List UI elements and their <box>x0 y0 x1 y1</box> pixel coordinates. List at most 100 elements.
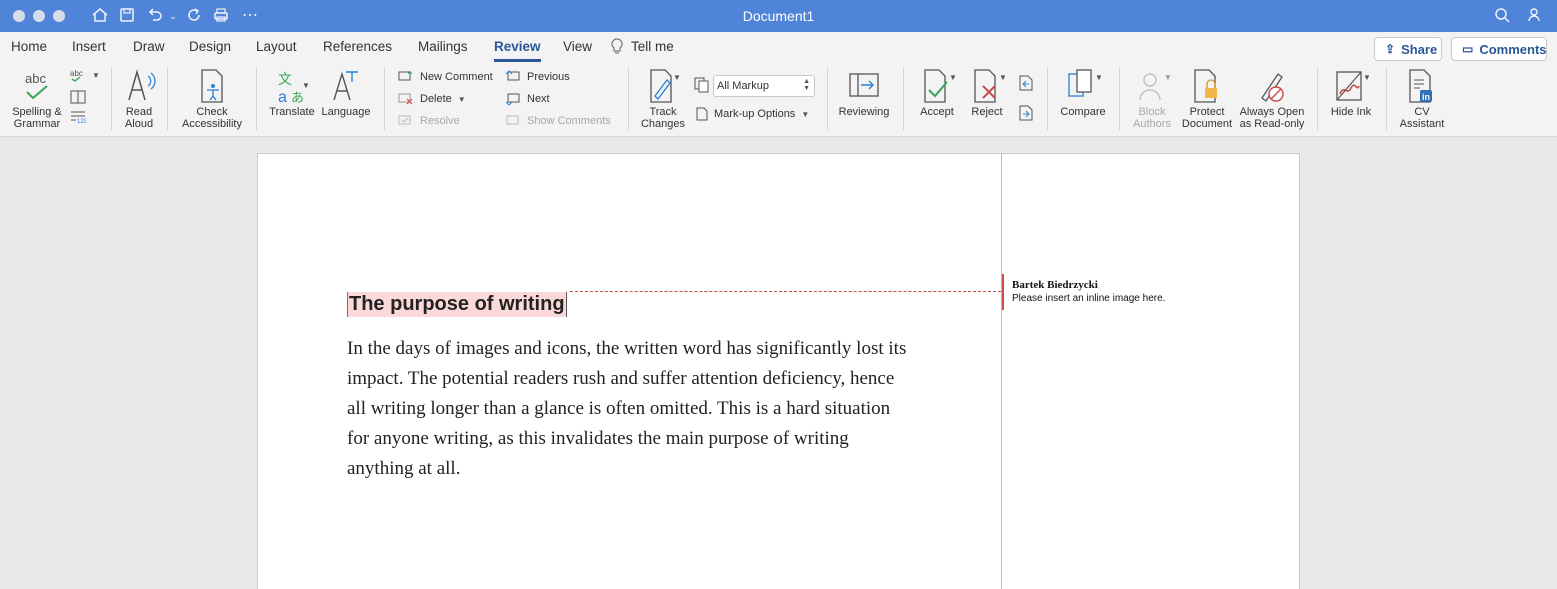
document-heading[interactable]: The purpose of writing <box>347 292 567 317</box>
comment-author: Bartek Biedrzycki <box>1012 279 1098 291</box>
share-button[interactable]: ⇪ Share <box>1374 37 1442 61</box>
lightbulb-icon <box>611 38 623 54</box>
ribbon-tabs: Home Insert Draw Design Layout Reference… <box>0 32 1557 62</box>
share-icon: ⇪ <box>1385 42 1396 56</box>
compare-button[interactable]: ▼ Compare <box>1055 66 1111 118</box>
translate-icon: 文 a あ ▼ <box>274 66 310 106</box>
language-label: Language <box>321 106 371 118</box>
delete-comment-button[interactable]: Delete ▼ <box>398 92 466 106</box>
track-changes-icon: ▼ <box>645 66 681 106</box>
language-button[interactable]: Language <box>320 66 372 118</box>
all-markup-value: All Markup <box>717 80 769 92</box>
comments-button[interactable]: ▭ Comments <box>1451 37 1547 61</box>
check-label: Check <box>196 106 228 118</box>
linkedin-icon: in <box>1404 66 1440 106</box>
track-label: Track <box>649 106 677 118</box>
accessibility-icon <box>194 66 230 106</box>
tab-mailings[interactable]: Mailings <box>418 39 468 54</box>
grammar-label: Grammar <box>13 118 61 130</box>
changes-label: Changes <box>640 118 686 130</box>
tab-view[interactable]: View <box>563 39 592 54</box>
read-aloud-icon <box>121 66 157 106</box>
document-page[interactable]: The purpose of writing In the days of im… <box>257 153 1300 589</box>
previous-comment-icon <box>505 70 520 81</box>
chevron-down-icon: ▼ <box>801 109 810 119</box>
tab-review[interactable]: Review <box>494 39 541 62</box>
reject-icon: ▼ <box>969 66 1005 106</box>
read-only-pencil-icon <box>1254 66 1290 106</box>
show-comments-label: Show Comments <box>527 115 611 127</box>
svg-text:abc: abc <box>70 69 83 78</box>
tab-home[interactable]: Home <box>11 39 47 54</box>
protect-document-button[interactable]: Protect Document <box>1178 66 1236 130</box>
spelling-check-icon: abc <box>19 66 55 106</box>
tab-references[interactable]: References <box>323 39 392 54</box>
translate-label: Translate <box>269 106 315 118</box>
accept-button[interactable]: ▼ Accept <box>912 66 962 118</box>
word-count-icon[interactable]: abc ▼ <box>70 68 100 82</box>
tab-layout[interactable]: Layout <box>256 39 297 54</box>
comments-label: Comments <box>1479 41 1547 57</box>
block-authors-button[interactable]: ▼ Block Authors <box>1127 66 1177 130</box>
new-comment-label: New Comment <box>420 71 493 83</box>
previous-change-icon[interactable] <box>1018 74 1034 92</box>
reviewing-pane-button[interactable]: Reviewing <box>836 66 892 118</box>
comment-text: Please insert an inline image here. <box>1012 293 1166 304</box>
chevron-down-icon: ▼ <box>457 94 466 104</box>
svg-text:▼: ▼ <box>1363 73 1369 82</box>
delete-label: Delete <box>420 93 452 105</box>
word-count-list-icon[interactable]: 123 <box>70 110 86 124</box>
account-icon[interactable] <box>1526 6 1546 26</box>
markup-options-button[interactable]: Mark-up Options ▼ <box>696 107 809 121</box>
svg-text:abc: abc <box>25 71 46 86</box>
cv-assistant-button[interactable]: in CV Assistant <box>1395 66 1449 130</box>
reject-button[interactable]: ▼ Reject <box>962 66 1012 118</box>
cv-label: CV <box>1414 106 1430 118</box>
svg-text:▼: ▼ <box>1164 73 1170 82</box>
spelling-grammar-button[interactable]: abc Spelling & Grammar <box>6 66 68 130</box>
comment-balloon[interactable]: Bartek Biedrzycki Please insert an inlin… <box>1002 274 1292 310</box>
svg-text:123: 123 <box>77 119 86 124</box>
hide-ink-icon: ▼ <box>1333 66 1369 106</box>
comment-icon: ▭ <box>1462 42 1474 56</box>
next-comment-button[interactable]: Next <box>505 92 550 106</box>
svg-text:▼: ▼ <box>999 73 1005 82</box>
new-comment-button[interactable]: New Comment <box>398 70 493 84</box>
read-aloud-button[interactable]: Read Aloud <box>117 66 161 130</box>
document-paragraph[interactable]: In the days of images and icons, the wri… <box>347 334 907 484</box>
display-for-review-icon <box>694 77 710 93</box>
comment-anchor-line <box>570 291 1001 292</box>
show-comments-button[interactable]: Show Comments <box>505 114 611 128</box>
always-open-label: Always Open <box>1239 106 1305 118</box>
select-stepper-icon: ▲ ▼ <box>803 78 810 92</box>
translate-button[interactable]: 文 a あ ▼ Translate <box>266 66 318 118</box>
protect-label: Protect <box>1189 106 1225 118</box>
share-label: Share <box>1401 41 1438 57</box>
tab-design[interactable]: Design <box>189 39 231 54</box>
track-changes-button[interactable]: ▼ Track Changes <box>636 66 690 130</box>
resolve-label: Resolve <box>420 115 460 127</box>
title-bar: ⌄ ⋯ Document1 <box>0 0 1557 32</box>
hide-ink-button[interactable]: ▼ Hide Ink <box>1325 66 1377 118</box>
svg-text:▼: ▼ <box>1095 73 1101 82</box>
previous-comment-button[interactable]: Previous <box>505 70 570 84</box>
markup-options-icon <box>696 107 708 121</box>
resolve-icon <box>398 115 411 125</box>
always-open-read-only-button[interactable]: Always Open as Read-only <box>1237 66 1307 130</box>
new-comment-icon <box>398 71 412 81</box>
tell-me-search[interactable]: Tell me <box>631 39 674 54</box>
reviewing-label: Reviewing <box>838 106 890 118</box>
language-icon <box>328 66 364 106</box>
thesaurus-icon[interactable] <box>70 90 86 104</box>
accept-icon: ▼ <box>919 66 955 106</box>
next-change-icon[interactable] <box>1018 104 1034 122</box>
tab-insert[interactable]: Insert <box>72 39 106 54</box>
tab-draw[interactable]: Draw <box>133 39 165 54</box>
delete-comment-icon <box>398 93 413 105</box>
markup-options-label: Mark-up Options <box>714 108 796 120</box>
check-accessibility-button[interactable]: Check Accessibility <box>177 66 247 130</box>
compare-label: Compare <box>1060 106 1106 118</box>
resolve-button[interactable]: Resolve <box>398 114 460 128</box>
search-icon[interactable] <box>1493 6 1513 26</box>
display-for-review-select[interactable]: All Markup ▲ ▼ <box>713 75 815 97</box>
